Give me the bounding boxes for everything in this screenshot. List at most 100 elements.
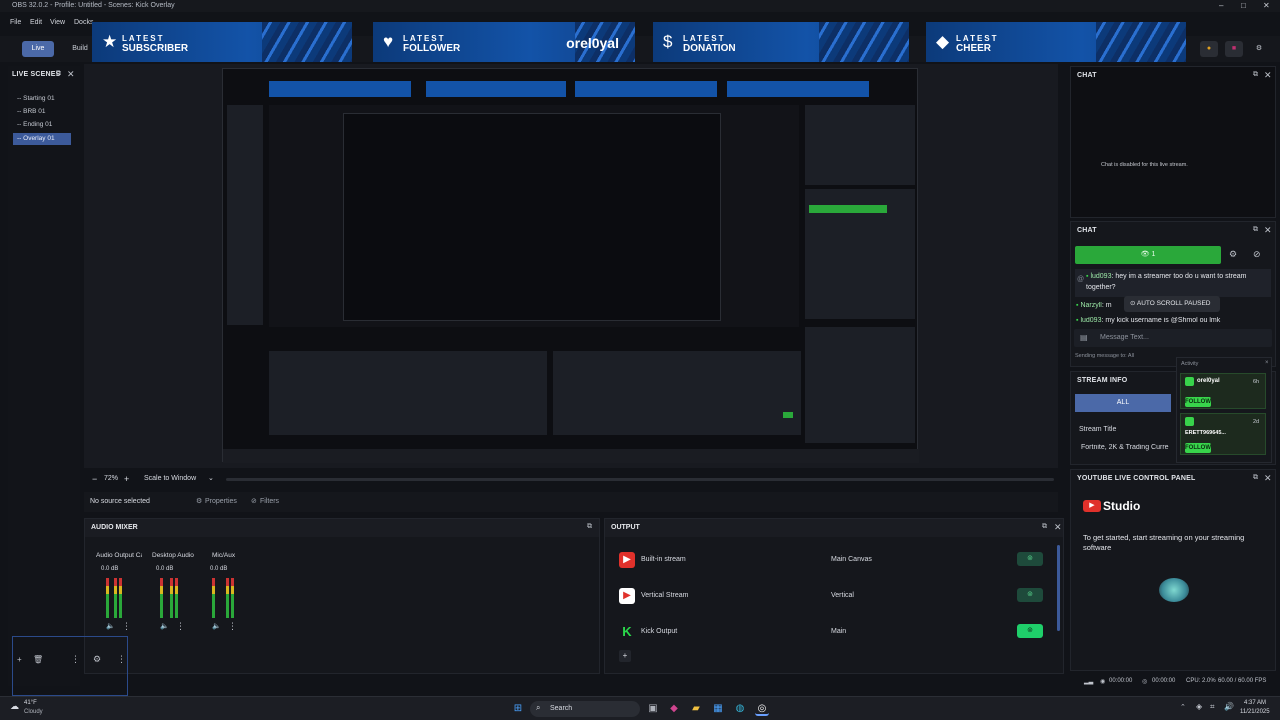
output-row[interactable]: K Kick Output Main ⊚ xyxy=(619,622,1049,642)
edge-icon[interactable]: ◍ xyxy=(733,702,747,716)
weather-label[interactable]: Cloudy xyxy=(24,709,43,715)
scene-item[interactable]: -- BRB 01 xyxy=(13,106,71,118)
folder-icon[interactable]: ▰ xyxy=(689,702,703,716)
window-title: OBS 32.0.2 - Profile: Untitled - Scenes:… xyxy=(12,2,175,9)
output-row[interactable]: ▶ Vertical Stream Vertical ⊚ xyxy=(619,586,1049,606)
minimize-button[interactable]: – xyxy=(1219,1,1223,10)
horizontal-scrollbar[interactable] xyxy=(226,478,1054,481)
gear-icon[interactable]: ⚙ xyxy=(1229,249,1237,260)
chat-bubble-icon: ▤ xyxy=(1080,333,1088,342)
chat-title: CHAT xyxy=(1077,227,1097,234)
scene-item-selected[interactable]: -- Overlay 01 xyxy=(13,133,71,145)
stream-toggle[interactable]: ⊚ xyxy=(1017,588,1043,602)
scene-item[interactable]: -- Ending 01 xyxy=(13,119,71,131)
more-icon[interactable]: ⋮ xyxy=(228,621,237,632)
copilot-icon[interactable]: ◆ xyxy=(667,702,681,716)
auto-scroll-paused-button[interactable]: ⊙ AUTO SCROLL PAUSED xyxy=(1124,296,1220,312)
float-icon[interactable]: ⧉ xyxy=(587,523,592,531)
follower-name: orel0yal xyxy=(566,35,619,51)
float-icon[interactable]: ⧉ xyxy=(56,70,61,78)
close-icon[interactable]: × xyxy=(1265,360,1269,366)
menu-view[interactable]: View xyxy=(50,19,65,26)
sending-to-label: Sending message to: All xyxy=(1075,353,1135,359)
kick-icon xyxy=(1185,377,1194,386)
maximize-button[interactable]: □ xyxy=(1241,1,1246,10)
tray-app-icon[interactable]: ◈ xyxy=(1196,702,1202,711)
weather-icon: ☁ xyxy=(10,701,19,711)
add-output-button[interactable]: + xyxy=(619,650,631,662)
broadcast-icon[interactable]: ■ xyxy=(1225,41,1243,57)
live-button[interactable]: Live xyxy=(22,41,54,57)
clock-date[interactable]: 11/21/2025 xyxy=(1240,709,1270,715)
filter-icon[interactable]: ⊘ xyxy=(1253,249,1261,260)
float-icon[interactable]: ⧉ xyxy=(1253,226,1258,234)
tray-chevron-icon[interactable]: ⌃ xyxy=(1180,703,1186,711)
more-icon[interactable]: ⋮ xyxy=(71,654,80,665)
close-icon[interactable]: ✕ xyxy=(1264,225,1272,236)
search-box[interactable]: ⌕ Search xyxy=(530,701,640,717)
alert-latest-follower: ♥ LATEST FOLLOWER orel0yal xyxy=(373,22,635,62)
trash-icon[interactable]: 🗑 xyxy=(33,655,43,664)
gear-icon[interactable]: ⚙ xyxy=(1250,41,1268,57)
taskbar: ☁ 41°F Cloudy ⊞ ⌕ Search ▣ ◆ ▰ ▦ ◍ ◎ ⌃ ◈… xyxy=(0,696,1280,720)
signal-icon: ▂▃ xyxy=(1084,679,1094,685)
clock-time[interactable]: 4:37 AM xyxy=(1244,700,1266,706)
activity-item: orel0yal 6h FOLLOW xyxy=(1180,373,1266,409)
scene-item[interactable]: -- Starting 01 xyxy=(13,93,71,105)
stream-toggle-active[interactable]: ⊚ xyxy=(1017,624,1043,638)
volume-meter xyxy=(175,578,178,618)
properties-button[interactable]: Properties xyxy=(205,498,237,505)
youtube-icon: ▶ xyxy=(1083,500,1101,512)
add-icon[interactable]: + xyxy=(17,655,22,664)
activity-item: ERETT969645... 2d FOLLOW xyxy=(1180,413,1266,455)
stream-toggle[interactable]: ⊚ xyxy=(1017,552,1043,566)
zoom-out-button[interactable]: − xyxy=(92,474,97,484)
status-bar: ▂▃ ◉ 00:00:00 ◎ 00:00:00 CPU: 2.0% 60.00… xyxy=(1080,676,1280,688)
zoom-in-button[interactable]: + xyxy=(124,474,129,484)
preview-controls: − 72% + Scale to Window ⌄ xyxy=(84,470,1058,488)
network-icon[interactable]: ⌗ xyxy=(1210,702,1215,712)
more-icon[interactable]: ⋮ xyxy=(117,654,126,665)
close-icon[interactable]: ✕ xyxy=(67,69,75,80)
search-icon: ⌕ xyxy=(536,703,541,712)
volume-meter xyxy=(231,578,234,618)
follow-badge: FOLLOW xyxy=(1185,443,1211,453)
volume-icon[interactable]: 🔊 xyxy=(1224,702,1234,711)
windows-start-icon[interactable]: ⊞ xyxy=(511,702,525,716)
menu-edit[interactable]: Edit xyxy=(30,19,42,26)
menu-file[interactable]: File xyxy=(10,19,21,26)
more-icon[interactable]: ⋮ xyxy=(176,621,185,632)
task-view-icon[interactable]: ▣ xyxy=(646,702,660,716)
more-icon[interactable]: ⋮ xyxy=(122,621,131,632)
float-icon[interactable]: ⧉ xyxy=(1042,523,1047,531)
record-icon[interactable]: ● xyxy=(1200,41,1218,57)
close-icon[interactable]: ✕ xyxy=(1264,70,1272,81)
close-button[interactable]: ✕ xyxy=(1263,1,1270,10)
eye-icon: 👁 xyxy=(1140,251,1152,258)
menu-docks[interactable]: Docks xyxy=(74,19,93,26)
dollar-icon: $ xyxy=(663,32,673,51)
output-row[interactable]: ▶ Built-in stream Main Canvas ⊚ xyxy=(619,550,1049,570)
chat-disabled-message: Chat is disabled for this live stream. xyxy=(1101,162,1188,168)
stream-title-value[interactable]: Fortnite, 2K & Trading Curre xyxy=(1081,444,1177,451)
studio-brand: Studio xyxy=(1103,499,1141,513)
chevron-down-icon[interactable]: ⌄ xyxy=(208,474,214,482)
store-icon[interactable]: ▦ xyxy=(711,702,725,716)
volume-meter xyxy=(212,578,215,618)
scrollbar[interactable] xyxy=(1057,545,1060,631)
filters-button[interactable]: Filters xyxy=(260,498,279,505)
gear-icon[interactable]: ⚙ xyxy=(93,654,101,665)
float-icon[interactable]: ⧉ xyxy=(1253,474,1258,482)
tab-all[interactable]: ALL xyxy=(1075,394,1171,412)
close-icon[interactable]: ✕ xyxy=(1054,522,1062,533)
scale-select[interactable]: Scale to Window xyxy=(144,475,196,482)
close-icon[interactable]: ✕ xyxy=(1264,473,1272,484)
speaker-icon[interactable]: 🔈 xyxy=(106,622,115,630)
volume-meter xyxy=(114,578,117,618)
obs-icon[interactable]: ◎ xyxy=(755,702,769,716)
float-icon[interactable]: ⧉ xyxy=(1253,71,1258,79)
speaker-icon[interactable]: 🔈 xyxy=(212,622,221,630)
chat-dock-disabled: CHAT ⧉ ✕ Chat is disabled for this live … xyxy=(1070,66,1276,218)
message-input[interactable]: ▤ Message Text... xyxy=(1074,329,1272,347)
speaker-icon[interactable]: 🔈 xyxy=(160,622,169,630)
